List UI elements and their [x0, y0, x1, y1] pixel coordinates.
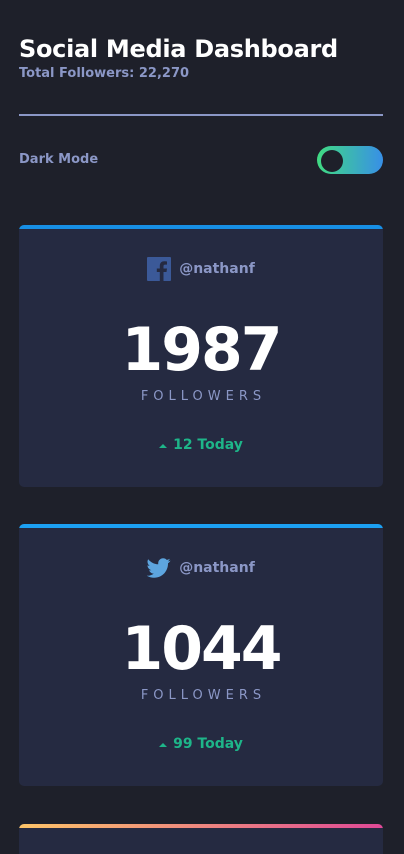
arrow-up-icon — [159, 443, 168, 448]
dark-mode-label: Dark Mode — [19, 152, 99, 167]
card-handle-text: @nathanf — [179, 560, 255, 576]
today-change: 99 Today — [19, 736, 383, 752]
page-header: Social Media Dashboard Total Followers: … — [19, 34, 385, 82]
arrow-up-icon — [159, 742, 168, 747]
card-accent-bar — [19, 225, 383, 229]
card-accent-bar — [19, 824, 383, 828]
twitter-card[interactable]: @nathanf 1044 FOLLOWERS 99 Today — [19, 524, 383, 786]
followers-label: FOLLOWERS — [140, 389, 267, 404]
page-title: Social Media Dashboard — [19, 35, 338, 63]
follower-count: 1044 — [121, 614, 283, 684]
today-change: 12 Today — [19, 437, 383, 453]
total-followers: Total Followers: 22,270 — [19, 66, 190, 81]
followers-label: FOLLOWERS — [140, 688, 267, 703]
toggle-knob — [321, 150, 343, 172]
instagram-card[interactable] — [19, 824, 383, 854]
dashboard-page: Social Media Dashboard Total Followers: … — [0, 0, 404, 854]
facebook-card[interactable]: @nathanf 1987 FOLLOWERS 12 Today — [19, 225, 383, 487]
dark-mode-row: Dark Mode — [19, 146, 383, 176]
card-handle-text: @nathanf — [179, 261, 255, 277]
header-divider — [19, 114, 383, 116]
today-change-text: 99 Today — [173, 736, 243, 752]
card-handle: @nathanf — [19, 257, 383, 281]
twitter-icon — [146, 556, 171, 580]
card-handle: @nathanf — [19, 556, 383, 580]
card-accent-bar — [19, 524, 383, 528]
facebook-icon — [147, 257, 172, 281]
today-change-text: 12 Today — [173, 437, 243, 453]
follower-count: 1987 — [121, 315, 283, 385]
dark-mode-toggle[interactable] — [317, 146, 383, 174]
